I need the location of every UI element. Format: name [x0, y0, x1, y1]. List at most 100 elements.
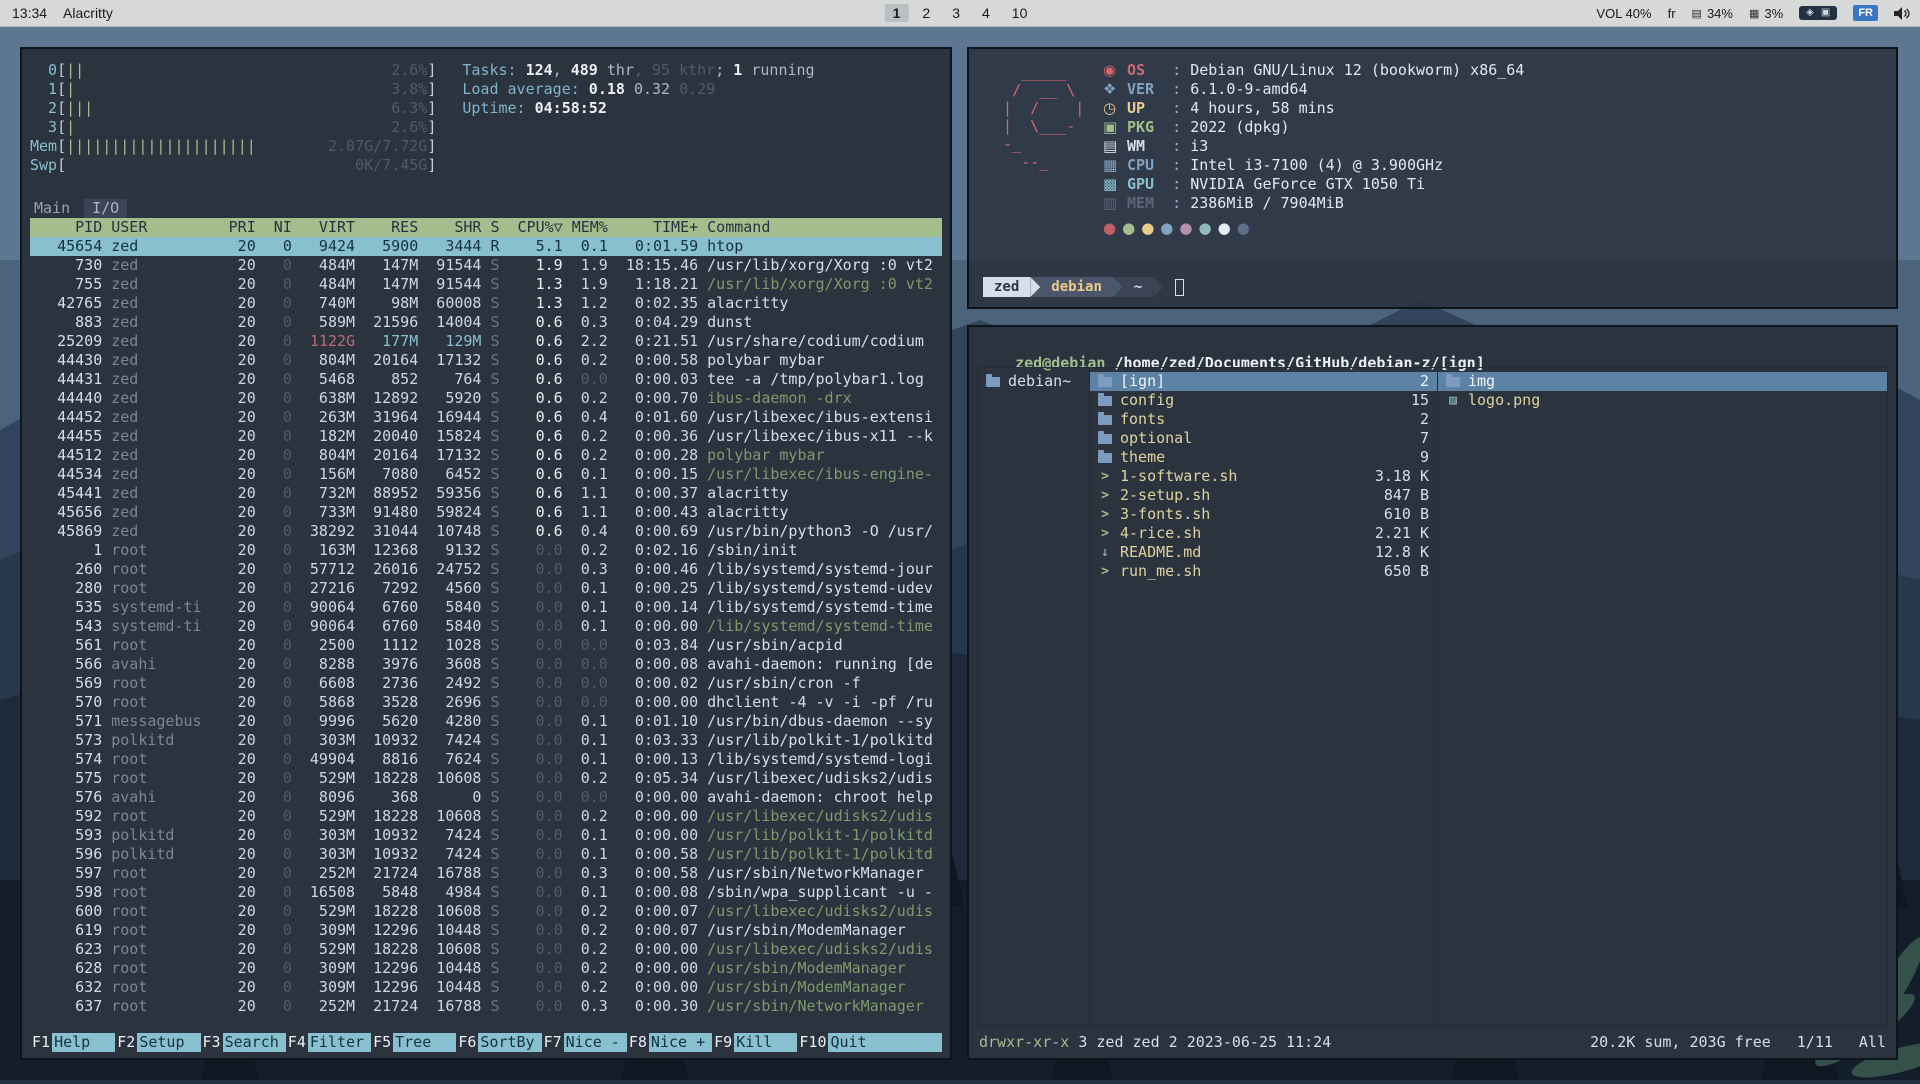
process-row-260[interactable]: 260root200577122601624752S0.00.30:00.46/… [30, 560, 942, 579]
process-row-569[interactable]: 569root200660827362492S0.00.00:00.02/usr… [30, 674, 942, 693]
column-header-mem[interactable]: MEM% [563, 218, 608, 237]
tray[interactable]: ◈▣ [1799, 6, 1837, 20]
column-header-shr[interactable]: SHR [418, 218, 481, 237]
keyboard-layout-badge[interactable]: FR [1853, 5, 1878, 21]
process-row-593[interactable]: 593polkitd200303M109327424S0.00.10:00.00… [30, 826, 942, 845]
process-row-571[interactable]: 571messagebus200999656204280S0.00.10:01.… [30, 712, 942, 731]
process-row-543[interactable]: 543systemd-ti2009006467605840S0.00.10:00… [30, 617, 942, 636]
process-row-632[interactable]: 632root200309M1229610448S0.00.20:00.00/u… [30, 978, 942, 997]
fkey-f3[interactable]: F3 [201, 1033, 223, 1052]
process-row-600[interactable]: 600root200529M1822810608S0.00.20:00.07/u… [30, 902, 942, 921]
fkey-label-nice[interactable]: Nice - [564, 1033, 627, 1052]
file-row-config[interactable]: config15 [1090, 391, 1437, 410]
tab-io[interactable]: I/O [84, 199, 127, 218]
process-row-25209[interactable]: 25209zed2001122G177M129MS0.62.20:21.51/u… [30, 332, 942, 351]
process-row-596[interactable]: 596polkitd200303M109327424S0.00.10:00.58… [30, 845, 942, 864]
process-row-573[interactable]: 573polkitd200303M109327424S0.00.10:03.33… [30, 731, 942, 750]
process-row-44452[interactable]: 44452zed200263M3196416944S0.60.40:01.60/… [30, 408, 942, 427]
shell-prompt[interactable]: zeddebian~ [983, 277, 1184, 297]
workspace-1[interactable]: 1 [885, 4, 909, 22]
workspace-4[interactable]: 4 [974, 4, 998, 22]
process-row-730[interactable]: 730zed200484M147M91544S1.91.918:15.46/us… [30, 256, 942, 275]
process-row-570[interactable]: 570root200586835282696S0.00.00:00.00dhcl… [30, 693, 942, 712]
file-row-3-fonts.sh[interactable]: >3-fonts.sh610 B [1090, 505, 1437, 524]
fkey-f9[interactable]: F9 [712, 1033, 734, 1052]
fkey-label-tree[interactable]: Tree [393, 1033, 456, 1052]
column-header-command[interactable]: Command [698, 218, 942, 237]
column-header-user[interactable]: USER [102, 218, 210, 237]
file-row-optional[interactable]: optional7 [1090, 429, 1437, 448]
fkey-f8[interactable]: F8 [627, 1033, 649, 1052]
file-row-debian~[interactable]: debian~ [978, 372, 1089, 391]
file-row-run_me.sh[interactable]: >run_me.sh650 B [1090, 562, 1437, 581]
workspace-3[interactable]: 3 [944, 4, 968, 22]
process-row-44455[interactable]: 44455zed200182M2004015824S0.60.20:00.36/… [30, 427, 942, 446]
fkey-f1[interactable]: F1 [30, 1033, 52, 1052]
bar-item-34-[interactable]: ▤34% [1692, 6, 1733, 21]
tray-icon-0[interactable]: ◈ [1806, 8, 1814, 18]
column-header-pri[interactable]: PRI [211, 218, 256, 237]
process-row-44534[interactable]: 44534zed200156M70806452S0.60.10:00.15/us… [30, 465, 942, 484]
fkey-label-nice[interactable]: Nice + [649, 1033, 712, 1052]
process-row-45654[interactable]: 45654zed200942459003444R5.10.10:01.59hto… [30, 237, 942, 256]
fastfetch-terminal-window[interactable]: _____ / __ \ | / | | \___- -_ --_ ◉OS : … [967, 47, 1898, 309]
process-row-45441[interactable]: 45441zed200732M8895259356S0.61.10:00.37a… [30, 484, 942, 503]
process-row-755[interactable]: 755zed200484M147M91544S1.31.91:18.21/usr… [30, 275, 942, 294]
process-row-561[interactable]: 561root200250011121028S0.00.00:03.84/usr… [30, 636, 942, 655]
column-header-pid[interactable]: PID [30, 218, 102, 237]
fkey-f6[interactable]: F6 [456, 1033, 478, 1052]
process-row-883[interactable]: 883zed200589M2159614004S0.60.30:04.29dun… [30, 313, 942, 332]
process-row-592[interactable]: 592root200529M1822810608S0.00.20:00.00/u… [30, 807, 942, 826]
column-header-virt[interactable]: VIRT [292, 218, 355, 237]
column-header-res[interactable]: RES [355, 218, 418, 237]
tab-main[interactable]: Main [30, 199, 74, 218]
fkey-label-help[interactable]: Help [52, 1033, 115, 1052]
process-row-574[interactable]: 574root2004990488167624S0.00.10:00.13/li… [30, 750, 942, 769]
process-row-597[interactable]: 597root200252M2172416788S0.00.30:00.58/u… [30, 864, 942, 883]
column-header-cpu[interactable]: CPU%▽ [509, 218, 563, 237]
process-row-44512[interactable]: 44512zed200804M2016417132S0.60.20:00.28p… [30, 446, 942, 465]
fkey-f10[interactable]: F10 [797, 1033, 828, 1052]
htop-terminal-window[interactable]: 0[||2.6%]1[|3.8%]2[|||6.3%]3[|2.6%]Mem[|… [20, 47, 952, 1060]
process-row-535[interactable]: 535systemd-ti2009006467605840S0.00.10:00… [30, 598, 942, 617]
bar-item-fr[interactable]: fr [1668, 6, 1676, 21]
file-row-README.md[interactable]: ↓README.md12.8 K [1090, 543, 1437, 562]
fkey-label-sortby[interactable]: SortBy [478, 1033, 541, 1052]
file-row-img[interactable]: img [1438, 372, 1887, 391]
file-row-1-software.sh[interactable]: >1-software.sh3.18 K [1090, 467, 1437, 486]
file-row-logo.png[interactable]: ▨logo.png [1438, 391, 1887, 410]
process-row-45656[interactable]: 45656zed200733M9148059824S0.61.10:00.43a… [30, 503, 942, 522]
fkey-label-filter[interactable]: Filter [308, 1033, 371, 1052]
column-header-time[interactable]: TIME+ [608, 218, 698, 237]
workspace-2[interactable]: 2 [914, 4, 938, 22]
process-row-623[interactable]: 623root200529M1822810608S0.00.20:00.00/u… [30, 940, 942, 959]
process-row-566[interactable]: 566avahi200828839763608S0.00.00:00.08ava… [30, 655, 942, 674]
fkey-label-quit[interactable]: Quit [828, 1033, 942, 1052]
process-row-1[interactable]: 1root200163M123689132S0.00.20:02.16/sbin… [30, 541, 942, 560]
process-row-576[interactable]: 576avahi20080963680S0.00.00:00.00avahi-d… [30, 788, 942, 807]
fkey-f5[interactable]: F5 [371, 1033, 393, 1052]
bar-item-vol-40-[interactable]: VOL 40% [1596, 6, 1651, 21]
file-manager-window[interactable]: zed@debian /home/zed/Documents/GitHub/de… [967, 325, 1898, 1060]
column-header-s[interactable]: S [481, 218, 508, 237]
process-row-280[interactable]: 280root2002721672924560S0.00.10:00.25/li… [30, 579, 942, 598]
file-row-2-setup.sh[interactable]: >2-setup.sh847 B [1090, 486, 1437, 505]
process-row-42765[interactable]: 42765zed200740M98M60008S1.31.20:02.35ala… [30, 294, 942, 313]
fkey-f2[interactable]: F2 [115, 1033, 137, 1052]
process-row-575[interactable]: 575root200529M1822810608S0.00.20:05.34/u… [30, 769, 942, 788]
file-row-[ign][interactable]: [ign]2 [1090, 372, 1437, 391]
file-row-4-rice.sh[interactable]: >4-rice.sh2.21 K [1090, 524, 1437, 543]
htop-header-row[interactable]: PIDUSERPRINIVIRTRESSHRSCPU%▽MEM%TIME+Com… [30, 218, 942, 237]
fkey-label-kill[interactable]: Kill [734, 1033, 797, 1052]
process-row-44430[interactable]: 44430zed200804M2016417132S0.60.20:00.58p… [30, 351, 942, 370]
process-row-628[interactable]: 628root200309M1229610448S0.00.20:00.00/u… [30, 959, 942, 978]
process-row-44440[interactable]: 44440zed200638M128925920S0.60.20:00.70ib… [30, 389, 942, 408]
process-row-598[interactable]: 598root2001650858484984S0.00.10:00.08/sb… [30, 883, 942, 902]
tray-icon-1[interactable]: ▣ [1821, 8, 1830, 18]
fkey-label-search[interactable]: Search [223, 1033, 286, 1052]
fkey-label-setup[interactable]: Setup [137, 1033, 200, 1052]
bar-item-3-[interactable]: ▦3% [1749, 6, 1783, 21]
file-row-theme[interactable]: theme9 [1090, 448, 1437, 467]
process-row-619[interactable]: 619root200309M1229610448S0.00.20:00.07/u… [30, 921, 942, 940]
process-row-45869[interactable]: 45869zed200382923104410748S0.60.40:00.69… [30, 522, 942, 541]
